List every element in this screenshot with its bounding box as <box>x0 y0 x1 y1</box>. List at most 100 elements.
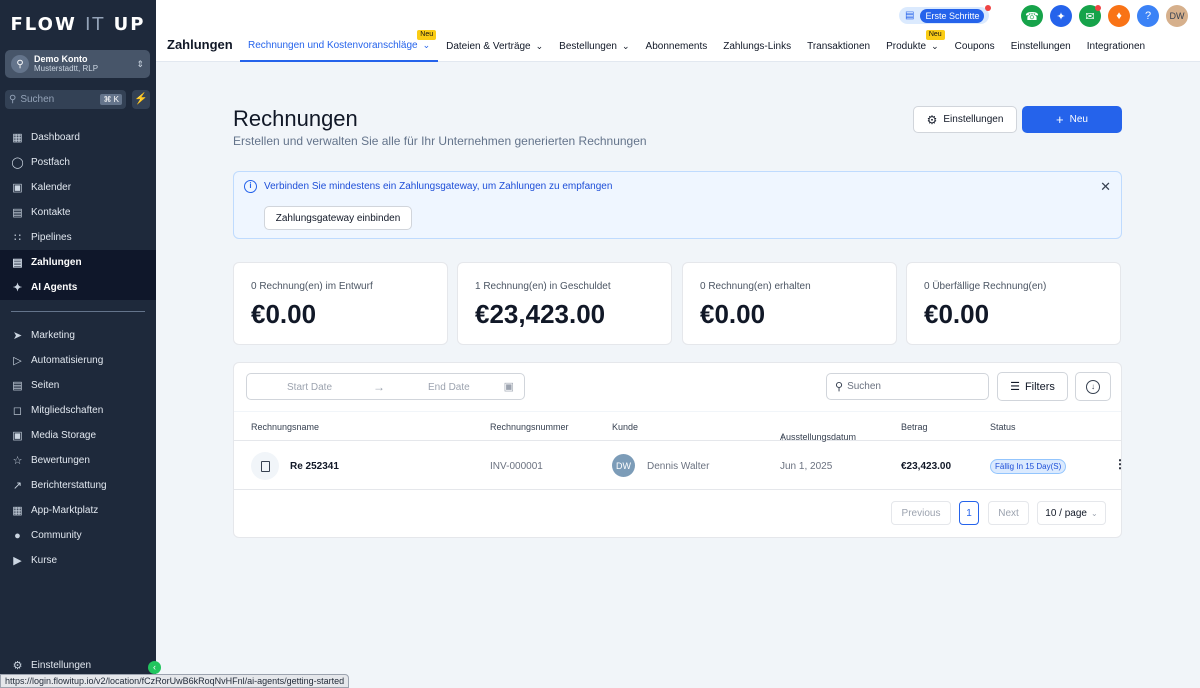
table-search-input[interactable]: ⚲ Suchen <box>826 373 989 400</box>
sort-arrow-icon: ↑ <box>780 432 785 442</box>
tab-zahlungs-links[interactable]: Zahlungs-Links <box>715 30 799 62</box>
table-row[interactable]: Re 252341 INV-000001 DW Dennis Walter Ju… <box>234 442 1126 490</box>
automation-icon: ▷ <box>13 355 22 367</box>
start-date-input[interactable]: Start Date <box>287 382 332 393</box>
sidebar-item-postfach[interactable]: ◯ Postfach <box>0 150 156 175</box>
sidebar-item-community[interactable]: ● Community <box>0 523 156 548</box>
sidebar-item-mitgliedschaften[interactable]: ◻ Mitgliedschaften <box>0 398 156 423</box>
card-icon: ▤ <box>905 10 915 21</box>
tab-coupons[interactable]: Coupons <box>947 30 1003 62</box>
filters-button[interactable]: ☰ Filters <box>997 372 1068 401</box>
connect-gateway-button[interactable]: Zahlungsgateway einbinden <box>264 206 412 230</box>
previous-page-button[interactable]: Previous <box>891 501 951 525</box>
sidebar-item-automatisierung[interactable]: ▷ Automatisierung <box>0 348 156 373</box>
tab-integrationen[interactable]: Integrationen <box>1079 30 1153 62</box>
invoice-name[interactable]: Re 252341 <box>290 461 339 472</box>
more-options-icon[interactable]: ⋮ <box>1114 457 1126 471</box>
document-icon <box>251 452 279 480</box>
new-invoice-button[interactable]: + Neu <box>1022 106 1122 133</box>
next-page-button[interactable]: Next <box>988 501 1029 525</box>
end-date-input[interactable]: End Date <box>428 382 470 393</box>
column-header-name[interactable]: Rechnungsname <box>251 422 319 432</box>
sidebar-item-marketing[interactable]: ➤ Marketing <box>0 323 156 348</box>
search-icon: ⚲ <box>9 94 17 105</box>
sidebar-item-dashboard[interactable]: ▦ Dashboard <box>0 125 156 150</box>
settings-button[interactable]: ⚙ Einstellungen <box>913 106 1017 133</box>
sidebar-item-label: AI Agents <box>31 282 78 293</box>
invoice-amount: €23,423.00 <box>901 461 952 472</box>
sidebar-item-kurse[interactable]: ▶ Kurse <box>0 548 156 573</box>
gear-icon: ⚙ <box>12 660 23 672</box>
phone-icon[interactable]: ☎ <box>1021 5 1043 27</box>
membership-icon: ◻ <box>12 405 23 417</box>
column-header-customer[interactable]: Kunde <box>612 422 638 432</box>
stat-label: 0 Überfällige Rechnung(en) <box>924 281 1047 292</box>
app-logo[interactable]: FLOW IT UP <box>0 14 156 35</box>
location-icon: ⚲ <box>11 55 29 73</box>
tab-bestellungen[interactable]: Bestellungen ⌄ <box>551 30 637 62</box>
tab-einstellungen[interactable]: Einstellungen <box>1003 30 1079 62</box>
logo-text-right: UP <box>113 14 146 35</box>
quick-action-bolt-icon[interactable]: ⚡ <box>132 90 150 109</box>
tab-label: Transaktionen <box>807 40 871 52</box>
tab-produkte[interactable]: Produkte ⌄ Neu <box>878 30 947 62</box>
close-icon[interactable]: ✕ <box>1100 179 1111 195</box>
tab-abonnements[interactable]: Abonnements <box>638 30 716 62</box>
sidebar-item-label: Kurse <box>31 555 58 566</box>
search-placeholder: Suchen <box>20 94 55 105</box>
megaphone-icon[interactable]: ✉ <box>1079 5 1101 27</box>
sidebar-item-bewertungen[interactable]: ☆ Bewertungen <box>0 448 156 473</box>
payment-gateway-alert: i Verbinden Sie mindestens ein Zahlungsg… <box>233 171 1122 239</box>
page-1-button[interactable]: 1 <box>959 501 979 525</box>
sidebar-item-pipelines[interactable]: ∷ Pipelines <box>0 225 156 250</box>
image-icon: ▣ <box>12 430 23 442</box>
sidebar-item-app-marktplatz[interactable]: ▦ App-Marktplatz <box>0 498 156 523</box>
column-header-amount[interactable]: Betrag <box>901 422 928 432</box>
sidebar-item-media-storage[interactable]: ▣ Media Storage <box>0 423 156 448</box>
sidebar-item-label: Kontakte <box>31 207 71 218</box>
search-icon: ⚲ <box>835 381 844 393</box>
chevron-updown-icon: ⇕ <box>136 58 144 69</box>
magic-icon[interactable]: ✦ <box>1050 5 1072 27</box>
stat-label: 0 Rechnung(en) im Entwurf <box>251 281 373 292</box>
status-url: https://login.flowitup.io/v2/location/fC… <box>0 674 350 688</box>
sidebar: FLOW IT UP ⚲ Demo Konto Musterstadtt, RL… <box>0 0 156 688</box>
tab-rechnungen[interactable]: Rechnungen und Kostenvoranschläge ⌄ Neu <box>240 30 439 62</box>
payments-icon: ▤ <box>12 257 23 269</box>
sidebar-item-seiten[interactable]: ▤ Seiten <box>0 373 156 398</box>
settings-button-label: Einstellungen <box>943 114 1004 125</box>
stat-card-due: 1 Rechnung(en) in Geschuldet €23,423.00 <box>457 262 672 345</box>
date-range-picker[interactable]: Start Date → End Date ▣ <box>246 373 525 400</box>
column-header-number[interactable]: Rechnungsnummer <box>490 422 569 432</box>
tab-dateien-vertraege[interactable]: Dateien & Verträge ⌄ <box>438 30 551 62</box>
sidebar-item-ai-agents[interactable]: ✦ AI Agents <box>0 275 156 300</box>
tab-label: Rechnungen und Kostenvoranschläge <box>248 39 418 51</box>
chevron-down-icon: ⌄ <box>622 40 630 51</box>
first-steps-button[interactable]: ▤ Erste Schritte <box>899 5 991 24</box>
sidebar-item-kalender[interactable]: ▣ Kalender <box>0 175 156 200</box>
send-icon: ➤ <box>12 330 23 342</box>
chevron-down-icon: ⌄ <box>535 40 544 51</box>
dashboard-icon: ▦ <box>12 132 23 144</box>
status-badge: Fällig In 15 Day(S) <box>990 459 1067 474</box>
column-header-status[interactable]: Status <box>990 422 1016 432</box>
account-switcher[interactable]: ⚲ Demo Konto Musterstadtt, RLP ⇕ <box>5 50 150 78</box>
sidebar-item-zahlungen[interactable]: ▤ Zahlungen <box>0 250 156 275</box>
sidebar-item-berichterstattung[interactable]: ↗ Berichterstattung <box>0 473 156 498</box>
bell-icon[interactable]: ♦ <box>1108 5 1130 27</box>
help-icon[interactable]: ? <box>1137 5 1159 27</box>
user-avatar[interactable]: DW <box>1166 5 1188 27</box>
filter-icon: ☰ <box>1010 381 1020 393</box>
account-name: Demo Konto <box>34 54 88 64</box>
tab-transaktionen[interactable]: Transaktionen <box>799 30 878 62</box>
sidebar-search[interactable]: ⚲ Suchen ⌘ K <box>5 90 126 109</box>
sidebar-item-label: Dashboard <box>31 132 80 143</box>
download-button[interactable]: ↓ <box>1075 372 1111 401</box>
page-size-select[interactable]: 10 / page ⌄ <box>1037 501 1106 525</box>
collapse-sidebar-button[interactable]: ‹ <box>148 661 161 674</box>
invoice-table-card: Start Date → End Date ▣ ⚲ Suchen ☰ Filte… <box>233 362 1126 538</box>
stat-value: €0.00 <box>924 299 990 329</box>
sidebar-item-kontakte[interactable]: ▤ Kontakte <box>0 200 156 225</box>
sidebar-item-label: Postfach <box>31 157 70 168</box>
arrow-right-icon: → <box>373 380 385 394</box>
